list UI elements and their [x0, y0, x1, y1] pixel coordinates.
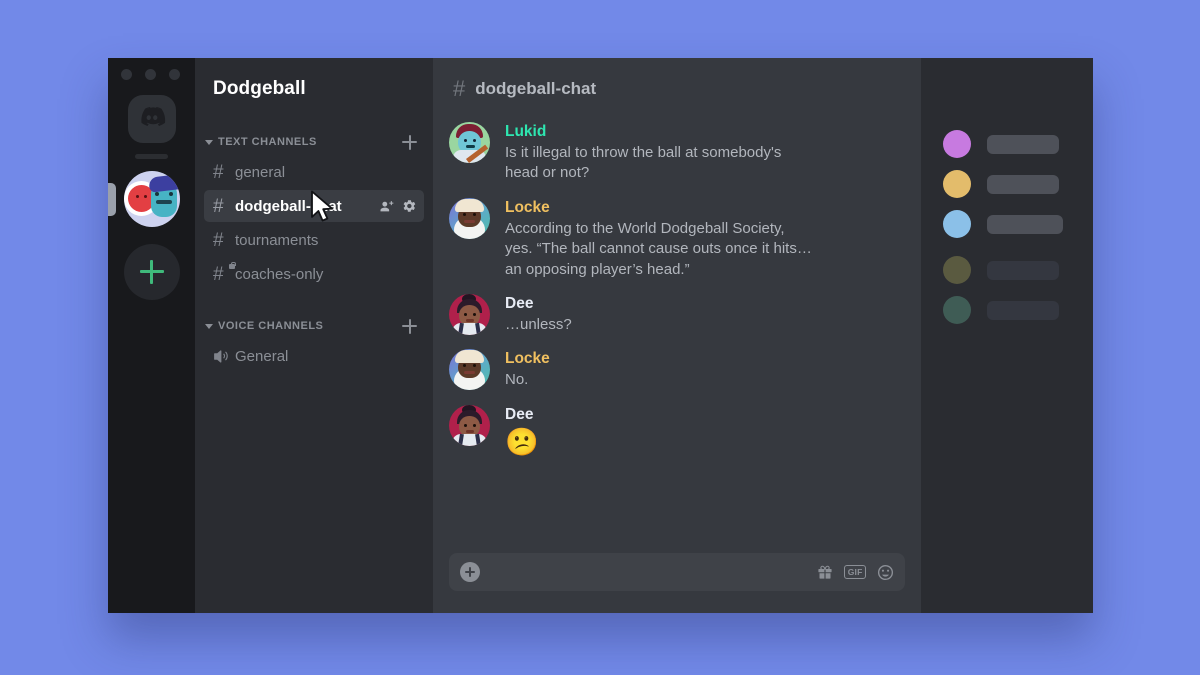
- message-input[interactable]: [480, 564, 818, 580]
- channel-item-coaches-only[interactable]: # coaches-only: [204, 258, 424, 290]
- active-server-indicator: [108, 183, 116, 216]
- discord-home-icon: [137, 102, 167, 137]
- dee-avatar[interactable]: [449, 404, 490, 446]
- channel-item-general-voice[interactable]: General: [204, 340, 424, 372]
- maximize-window-button[interactable]: [169, 69, 180, 80]
- message-text: Is it illegal to throw the ball at someb…: [505, 144, 782, 182]
- member-avatar: [943, 170, 971, 198]
- message-composer[interactable]: GIF: [449, 553, 905, 591]
- composer-wrapper: GIF: [433, 547, 921, 613]
- channel-actions: [379, 199, 416, 214]
- add-text-channel-button[interactable]: [402, 134, 417, 150]
- hash-lock-icon: #: [213, 261, 236, 284]
- message-item: Locke According to the World Dodgeball S…: [449, 197, 905, 280]
- close-window-button[interactable]: [121, 69, 132, 80]
- gear-icon[interactable]: [402, 199, 416, 213]
- hash-icon: #: [453, 76, 466, 101]
- category-header-voice-channels[interactable]: VOICE CHANNELS: [195, 314, 433, 338]
- message-author[interactable]: Dee: [505, 406, 539, 424]
- message-list: Lukid Is it illegal to throw the ball at…: [433, 120, 921, 547]
- window-traffic-lights: [121, 69, 180, 80]
- locke-avatar[interactable]: [449, 197, 490, 239]
- member-avatar: [943, 256, 971, 284]
- dodgeball-server-avatar: [123, 171, 180, 227]
- category-header-text-channels[interactable]: TEXT CHANNELS: [195, 130, 433, 154]
- member-list-item[interactable]: [921, 296, 1093, 324]
- member-list: [921, 58, 1093, 613]
- message-text: …unless?: [505, 315, 572, 333]
- channel-name-label: coaches-only: [235, 265, 324, 283]
- member-name-placeholder: [987, 134, 1059, 154]
- discord-app-window: Dodgeball TEXT CHANNELS # general # dodg…: [108, 58, 1093, 613]
- server-rail: [108, 58, 195, 613]
- channel-name-label: general: [235, 163, 286, 181]
- emoji-icon[interactable]: [877, 564, 894, 581]
- composer-actions: GIF: [817, 564, 894, 581]
- member-list-item[interactable]: [921, 170, 1093, 198]
- channel-name-label: tournaments: [235, 231, 319, 249]
- dee-avatar[interactable]: [449, 293, 490, 335]
- channel-title: dodgeball-chat: [475, 79, 597, 98]
- hash-icon: #: [213, 195, 224, 217]
- message-author[interactable]: Lukid: [505, 123, 781, 141]
- hash-icon: #: [213, 161, 224, 183]
- arrow-cursor: [310, 190, 336, 224]
- channel-name-label: General: [235, 347, 289, 365]
- gif-icon[interactable]: GIF: [844, 565, 866, 579]
- minimize-window-button[interactable]: [145, 69, 156, 80]
- message-author[interactable]: Locke: [505, 350, 550, 368]
- chevron-down-icon: [205, 323, 213, 329]
- plus-circle-icon[interactable]: [460, 562, 480, 582]
- member-list-item[interactable]: [921, 256, 1093, 284]
- message-item: Dee …unless?: [449, 293, 905, 335]
- plus-icon: [139, 260, 164, 284]
- message-text: According to the World Dodgeball Society…: [505, 219, 812, 278]
- channel-item-general[interactable]: # general: [204, 156, 424, 188]
- message-author[interactable]: Dee: [505, 295, 572, 313]
- chevron-down-icon: [205, 139, 213, 145]
- server-name-label: Dodgeball: [213, 78, 306, 99]
- category-label: TEXT CHANNELS: [218, 136, 317, 148]
- server-rail-divider: [135, 154, 168, 159]
- locke-avatar[interactable]: [449, 349, 490, 391]
- message-emoji: 😕: [505, 426, 539, 457]
- member-name-placeholder: [987, 174, 1059, 194]
- add-server-button[interactable]: [123, 244, 180, 300]
- lukid-avatar[interactable]: [449, 122, 490, 163]
- member-name-placeholder: [987, 300, 1059, 320]
- message-item: Locke No.: [449, 349, 905, 391]
- message-text: No.: [505, 371, 529, 389]
- member-avatar: [943, 210, 971, 238]
- chat-column: # dodgeball-chat Lukid Is it illegal to …: [433, 58, 921, 613]
- invite-member-icon[interactable]: [379, 199, 394, 214]
- message-item: Dee 😕: [449, 404, 905, 458]
- speaker-icon: [213, 348, 235, 365]
- chat-header: # dodgeball-chat: [433, 58, 921, 120]
- message-author[interactable]: Locke: [505, 199, 812, 217]
- member-list-item[interactable]: [921, 130, 1093, 158]
- gift-icon[interactable]: [817, 564, 833, 580]
- member-avatar: [943, 130, 971, 158]
- category-label: VOICE CHANNELS: [218, 320, 324, 332]
- member-avatar: [943, 296, 971, 324]
- message-item: Lukid Is it illegal to throw the ball at…: [449, 122, 905, 184]
- member-name-placeholder: [987, 214, 1063, 234]
- add-voice-channel-button[interactable]: [402, 318, 417, 334]
- server-name-header[interactable]: Dodgeball: [195, 58, 433, 120]
- channel-item-tournaments[interactable]: # tournaments: [204, 224, 424, 256]
- hash-icon: #: [213, 229, 224, 251]
- discord-home-button[interactable]: [127, 95, 176, 143]
- server-item-dodgeball[interactable]: [108, 171, 180, 227]
- member-list-item[interactable]: [921, 210, 1093, 238]
- member-name-placeholder: [987, 260, 1059, 280]
- channel-sidebar: Dodgeball TEXT CHANNELS # general # dodg…: [195, 58, 433, 613]
